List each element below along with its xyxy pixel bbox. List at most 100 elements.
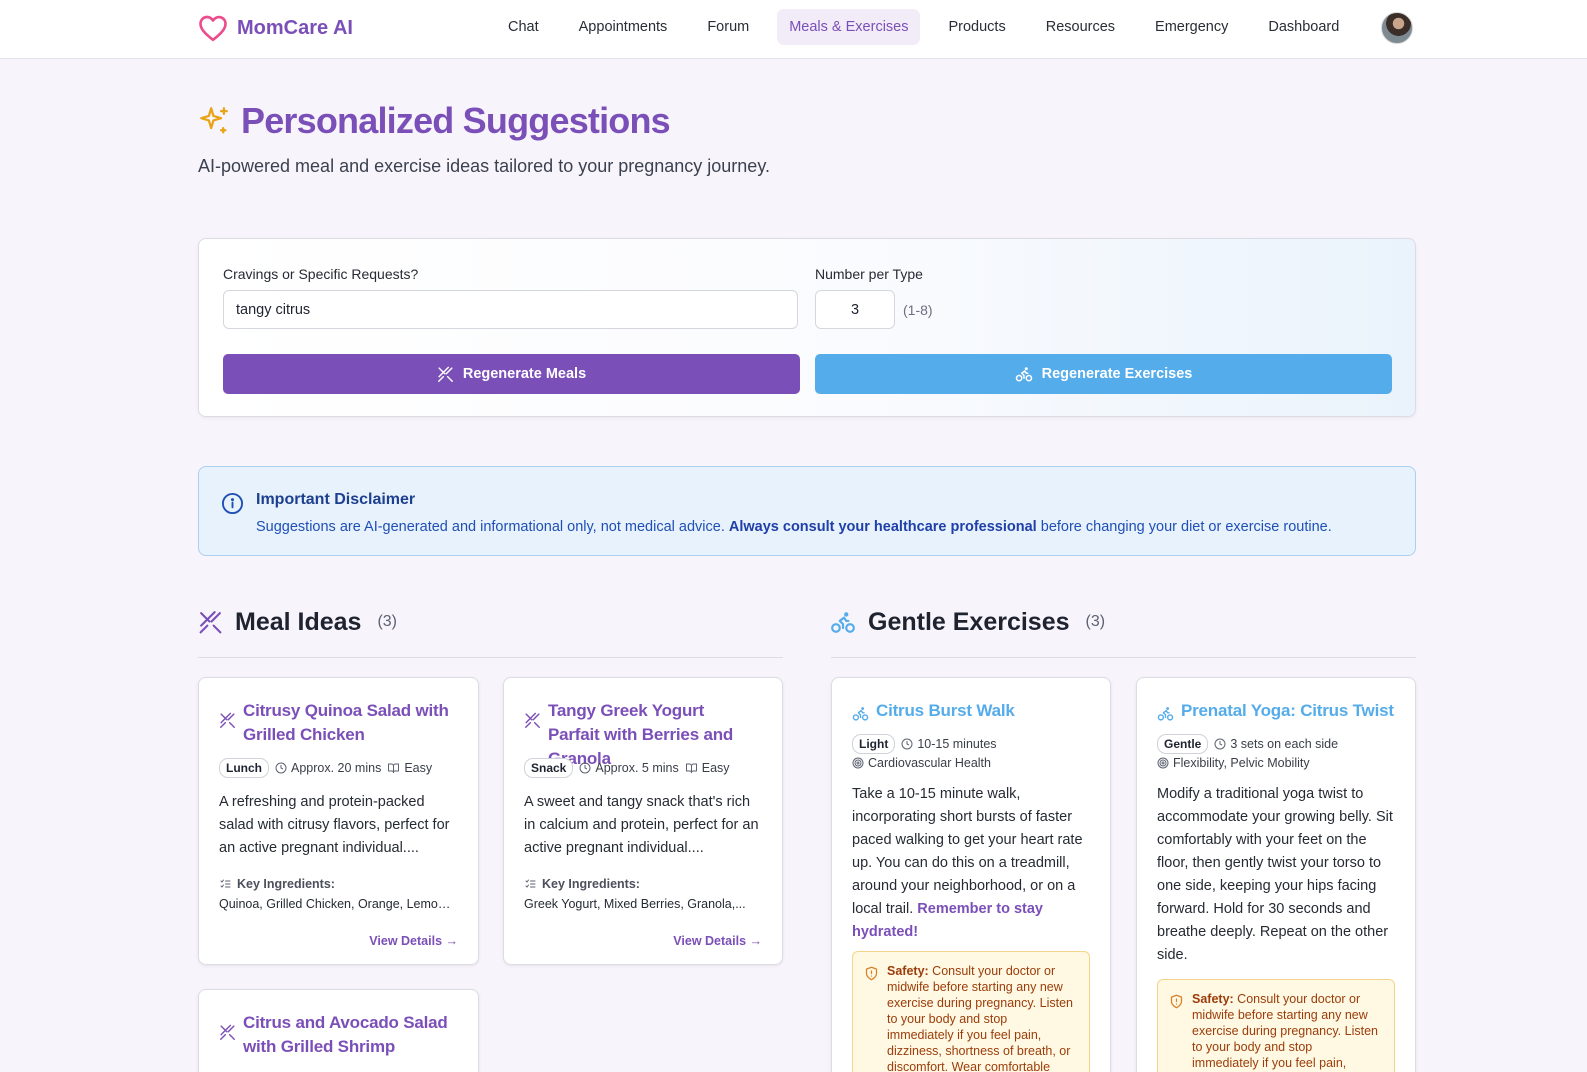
meal-difficulty-text: Easy	[701, 761, 730, 775]
exercise-description: Modify a traditional yoga twist to accom…	[1157, 786, 1393, 963]
meal-meta: Lunch Approx. 20 mins Easy	[219, 758, 432, 778]
regenerate-meals-label: Regenerate Meals	[462, 366, 587, 382]
book-open-icon	[685, 763, 697, 773]
number-range-hint: (1-8)	[903, 302, 933, 318]
meal-difficulty: Easy	[685, 761, 730, 775]
exercise-card: Prenatal Yoga: Citrus Twist Gentle 3 set…	[1136, 677, 1416, 1072]
utensils-crossed-icon	[437, 366, 453, 382]
meal-ideas-title: Meal Ideas	[235, 607, 362, 636]
disclaimer-text-end: before changing your diet or exercise ro…	[1040, 519, 1332, 535]
meal-time: Approx. 5 mins	[579, 761, 679, 775]
heart-icon	[199, 15, 227, 42]
safety-text: Consult your doctor or midwife before st…	[887, 964, 1073, 1072]
meal-card: Tangy Greek Yogurt Parfait with Berries …	[503, 677, 783, 965]
user-avatar[interactable]	[1381, 12, 1413, 44]
page-subtitle: AI-powered meal and exercise ideas tailo…	[198, 156, 770, 176]
shield-alert-icon	[865, 966, 878, 981]
safety-note: Safety: Consult your doctor or midwife b…	[852, 951, 1090, 1072]
gentle-exercises-count: (3)	[1085, 613, 1106, 630]
key-ingredients-value: Greek Yogurt, Mixed Berries, Granola,...	[524, 897, 746, 911]
meal-difficulty: Easy	[387, 761, 432, 775]
meal-type-badge: Lunch	[219, 758, 269, 778]
key-ingredients-label: Key Ingredients:	[219, 877, 335, 891]
meal-time: Approx. 20 mins	[275, 761, 381, 775]
nav-item-products[interactable]: Products	[936, 9, 1017, 45]
meal-time-text: Approx. 20 mins	[291, 761, 382, 775]
info-icon	[221, 492, 244, 515]
view-details-link[interactable]: View Details →	[673, 934, 762, 948]
gentle-exercises-divider	[831, 657, 1416, 658]
exercise-duration-text: 10-15 minutes	[917, 737, 997, 751]
number-per-type-label: Number per Type	[815, 266, 923, 282]
exercise-title[interactable]: Prenatal Yoga: Citrus Twist	[1181, 699, 1394, 723]
meal-meta: Snack Approx. 5 mins Easy	[524, 758, 730, 778]
intensity-badge: Light	[852, 734, 896, 754]
bike-icon	[831, 612, 855, 633]
exercise-description: Take a 10-15 minute walk, incorporating …	[852, 783, 1092, 944]
meal-type-badge: Snack	[524, 758, 574, 778]
safety-label: Safety:	[887, 964, 929, 978]
exercise-card-header: Prenatal Yoga: Citrus Twist	[1157, 699, 1394, 723]
meal-card: Citrus and Avocado Salad with Grilled Sh…	[198, 989, 479, 1072]
meal-title[interactable]: Citrus and Avocado Salad with Grilled Sh…	[243, 1011, 455, 1059]
exercise-focus-text: Flexibility, Pelvic Mobility	[1173, 756, 1310, 770]
clock-icon	[275, 762, 287, 774]
regenerate-exercises-button[interactable]: Regenerate Exercises	[815, 354, 1392, 394]
key-ingredients-label-text: Key Ingredients:	[237, 877, 335, 891]
suggestion-form-card: Cravings or Specific Requests? Number pe…	[198, 238, 1416, 417]
utensils-crossed-icon	[525, 712, 540, 728]
exercise-duration: 10-15 minutes	[901, 737, 997, 751]
utensils-crossed-icon	[199, 610, 222, 633]
view-details-link[interactable]: View Details →	[369, 934, 458, 948]
bike-icon	[1157, 707, 1174, 721]
nav-item-appointments[interactable]: Appointments	[567, 9, 680, 45]
utensils-crossed-icon	[220, 712, 235, 728]
utensils-crossed-icon	[220, 1024, 235, 1040]
disclaimer-alert: Important Disclaimer Suggestions are AI-…	[198, 466, 1416, 556]
nav-item-resources[interactable]: Resources	[1034, 9, 1127, 45]
meal-card-header: Citrus and Avocado Salad with Grilled Sh…	[219, 1011, 455, 1059]
exercise-card-header: Citrus Burst Walk	[852, 699, 1015, 723]
cravings-input[interactable]	[223, 290, 798, 329]
exercise-focus: Cardiovascular Health	[852, 756, 991, 770]
key-ingredients-value: Quinoa, Grilled Chicken, Orange, Lemon..…	[219, 897, 455, 911]
regenerate-meals-button[interactable]: Regenerate Meals	[223, 354, 800, 394]
nav-item-chat[interactable]: Chat	[496, 9, 551, 45]
meal-card: Citrusy Quinoa Salad with Grilled Chicke…	[198, 677, 479, 965]
nav-item-forum[interactable]: Forum	[695, 9, 761, 45]
list-checks-icon	[525, 879, 536, 888]
list-checks-icon	[220, 879, 231, 888]
exercise-focus: Flexibility, Pelvic Mobility	[1157, 756, 1310, 770]
disclaimer-text: Suggestions are AI-generated and informa…	[256, 519, 1332, 535]
meal-description: A sweet and tangy snack that's rich in c…	[524, 794, 759, 856]
meal-time-text: Approx. 5 mins	[595, 761, 679, 775]
nav-item-meals-exercises[interactable]: Meals & Exercises	[777, 9, 921, 45]
meal-card-header: Citrusy Quinoa Salad with Grilled Chicke…	[219, 699, 455, 747]
number-per-type-input[interactable]	[815, 290, 895, 329]
page-title: Personalized Suggestions	[241, 100, 671, 141]
disclaimer-text-bold: Always consult your healthcare professio…	[728, 519, 1037, 535]
nav-item-emergency[interactable]: Emergency	[1143, 9, 1240, 45]
brand-name: MomCare AI	[237, 16, 353, 39]
meal-difficulty-text: Easy	[404, 761, 433, 775]
safety-label: Safety:	[1192, 992, 1234, 1006]
brand-logo[interactable]: MomCare AI	[198, 12, 353, 44]
regenerate-exercises-label: Regenerate Exercises	[1041, 366, 1193, 382]
clock-icon	[579, 762, 591, 774]
meal-title[interactable]: Citrusy Quinoa Salad with Grilled Chicke…	[243, 699, 455, 747]
exercise-description-text: Take a 10-15 minute walk, incorporating …	[852, 786, 1083, 917]
top-navbar: MomCare AI Chat Appointments Forum Meals…	[0, 0, 1587, 59]
sparkles-icon	[200, 107, 228, 134]
exercise-meta: Gentle 3 sets on each side	[1157, 734, 1338, 754]
gentle-exercises-title: Gentle Exercises	[868, 607, 1070, 636]
disclaimer-title: Important Disclaimer	[256, 491, 416, 508]
shield-alert-icon	[1170, 994, 1183, 1009]
bike-icon	[1015, 367, 1032, 382]
clock-icon	[1214, 738, 1226, 750]
bike-icon	[852, 707, 869, 721]
exercise-focus-text: Cardiovascular Health	[868, 756, 991, 770]
target-icon	[852, 757, 864, 769]
key-ingredients-label-text: Key Ingredients:	[542, 877, 640, 891]
exercise-title[interactable]: Citrus Burst Walk	[876, 699, 1015, 723]
nav-item-dashboard[interactable]: Dashboard	[1256, 9, 1351, 45]
